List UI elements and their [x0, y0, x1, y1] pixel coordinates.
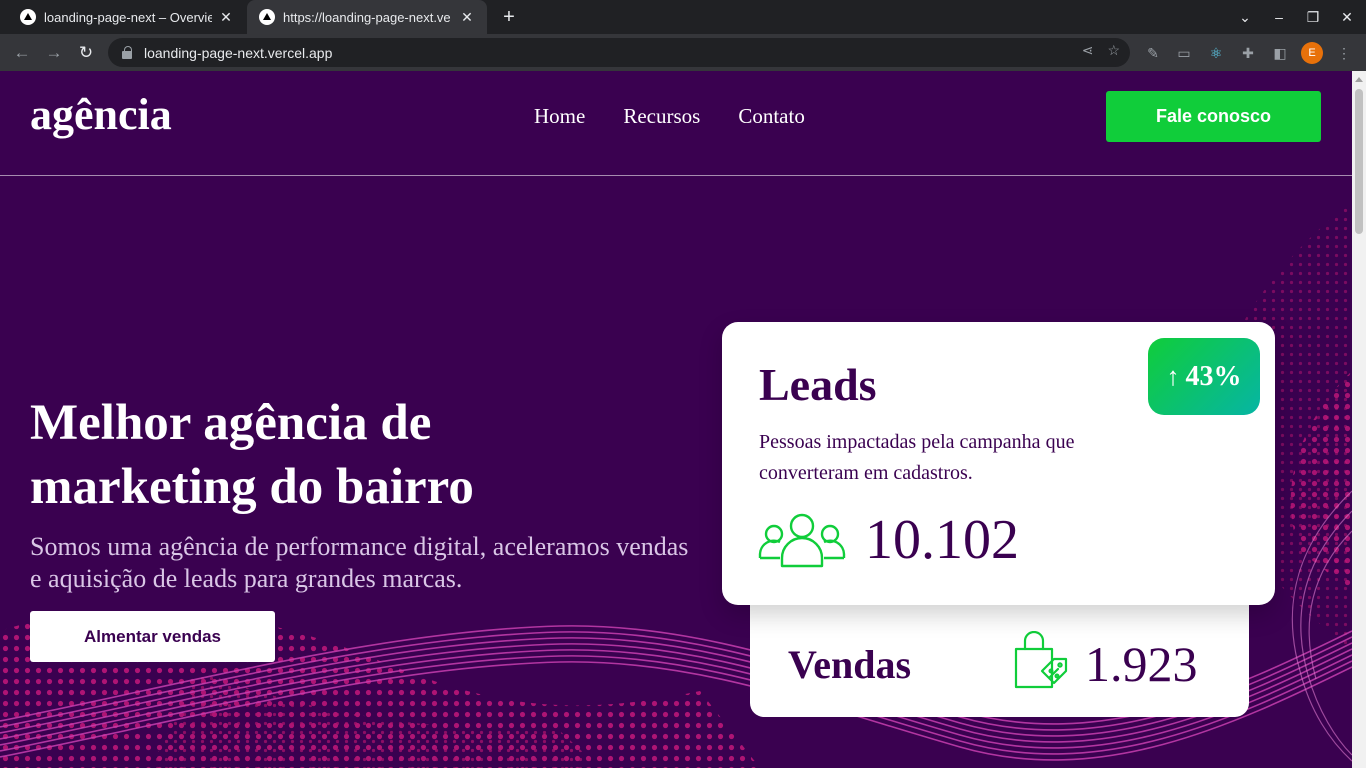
- profile-avatar[interactable]: E: [1301, 42, 1323, 64]
- growth-percent: 43%: [1185, 360, 1242, 392]
- minimize-icon[interactable]: –: [1262, 9, 1296, 25]
- hero-title: Melhor agência de marketing do bairro: [30, 395, 474, 515]
- people-icon: [758, 513, 846, 568]
- url-text: loanding-page-next.vercel.app: [144, 44, 333, 61]
- address-bar[interactable]: loanding-page-next.vercel.app ⋖ ☆: [108, 38, 1130, 67]
- tab-title: loanding-page-next – Overvie: [44, 9, 212, 25]
- window-controls: ⌄ – ❐ ✕: [1228, 0, 1364, 34]
- contact-us-button[interactable]: Fale conosco: [1106, 91, 1321, 142]
- browser-tab-current[interactable]: https://loanding-page-next.ve ✕: [247, 0, 487, 34]
- scrollbar-thumb[interactable]: [1355, 89, 1363, 234]
- forward-icon[interactable]: →: [42, 41, 66, 65]
- leads-card: Leads ↑ 43% Pessoas impactadas pela camp…: [722, 322, 1275, 605]
- hero-subtitle: Somos uma agência de performance digital…: [30, 532, 689, 593]
- vercel-favicon-icon: [20, 9, 36, 25]
- sales-value: 1.923: [1085, 636, 1198, 692]
- bookmark-star-icon[interactable]: ☆: [1107, 42, 1120, 59]
- browser-tab-bar: loanding-page-next – Overvie ✕ https://l…: [0, 0, 1366, 34]
- extensions-puzzle-icon[interactable]: ✚: [1238, 43, 1258, 63]
- side-panel-icon[interactable]: ◧: [1270, 43, 1290, 63]
- share-icon[interactable]: ⋖: [1082, 42, 1094, 59]
- page-scrollbar[interactable]: [1352, 71, 1366, 768]
- site-logo[interactable]: agência: [30, 89, 172, 140]
- close-tab-icon[interactable]: ✕: [218, 9, 234, 26]
- growth-badge: ↑ 43%: [1148, 338, 1260, 415]
- leads-value: 10.102: [865, 509, 1019, 571]
- react-devtools-icon[interactable]: ⚛: [1206, 43, 1226, 63]
- leads-title: Leads: [759, 359, 877, 410]
- increase-sales-button[interactable]: Almentar vendas: [30, 611, 275, 662]
- lock-icon: [122, 45, 132, 59]
- shopping-bag-icon: [1014, 631, 1068, 689]
- nav-home-link[interactable]: Home: [534, 104, 585, 129]
- leads-description: Pessoas impactadas pela campanha que con…: [759, 431, 1075, 484]
- maximize-icon[interactable]: ❐: [1296, 9, 1330, 26]
- new-tab-button[interactable]: +: [498, 6, 520, 28]
- tab-search-icon[interactable]: ⌄: [1228, 9, 1262, 26]
- browser-tab-overview[interactable]: loanding-page-next – Overvie ✕: [8, 0, 246, 34]
- menu-kebab-icon[interactable]: ⋮: [1334, 43, 1354, 63]
- arrow-up-icon: ↑: [1166, 361, 1180, 391]
- pen-extension-icon[interactable]: ✎: [1143, 43, 1163, 63]
- close-window-icon[interactable]: ✕: [1330, 9, 1364, 26]
- nav-recursos-link[interactable]: Recursos: [623, 104, 700, 129]
- browser-toolbar: ← → ↻ loanding-page-next.vercel.app ⋖ ☆ …: [0, 34, 1366, 71]
- main-nav: Home Recursos Contato: [534, 104, 805, 129]
- back-icon[interactable]: ←: [10, 41, 34, 65]
- nav-contato-link[interactable]: Contato: [738, 104, 805, 129]
- close-tab-icon[interactable]: ✕: [459, 9, 475, 26]
- sales-title: Vendas: [788, 642, 912, 687]
- landing-page: agência Home Recursos Contato Fale conos…: [0, 71, 1352, 768]
- vercel-favicon-icon: [259, 9, 275, 25]
- screen-extension-icon[interactable]: ▭: [1174, 43, 1194, 63]
- tab-title: https://loanding-page-next.ve: [283, 9, 451, 25]
- scroll-up-icon[interactable]: [1355, 77, 1363, 82]
- reload-icon[interactable]: ↻: [74, 41, 98, 65]
- site-header: agência Home Recursos Contato Fale conos…: [0, 71, 1352, 176]
